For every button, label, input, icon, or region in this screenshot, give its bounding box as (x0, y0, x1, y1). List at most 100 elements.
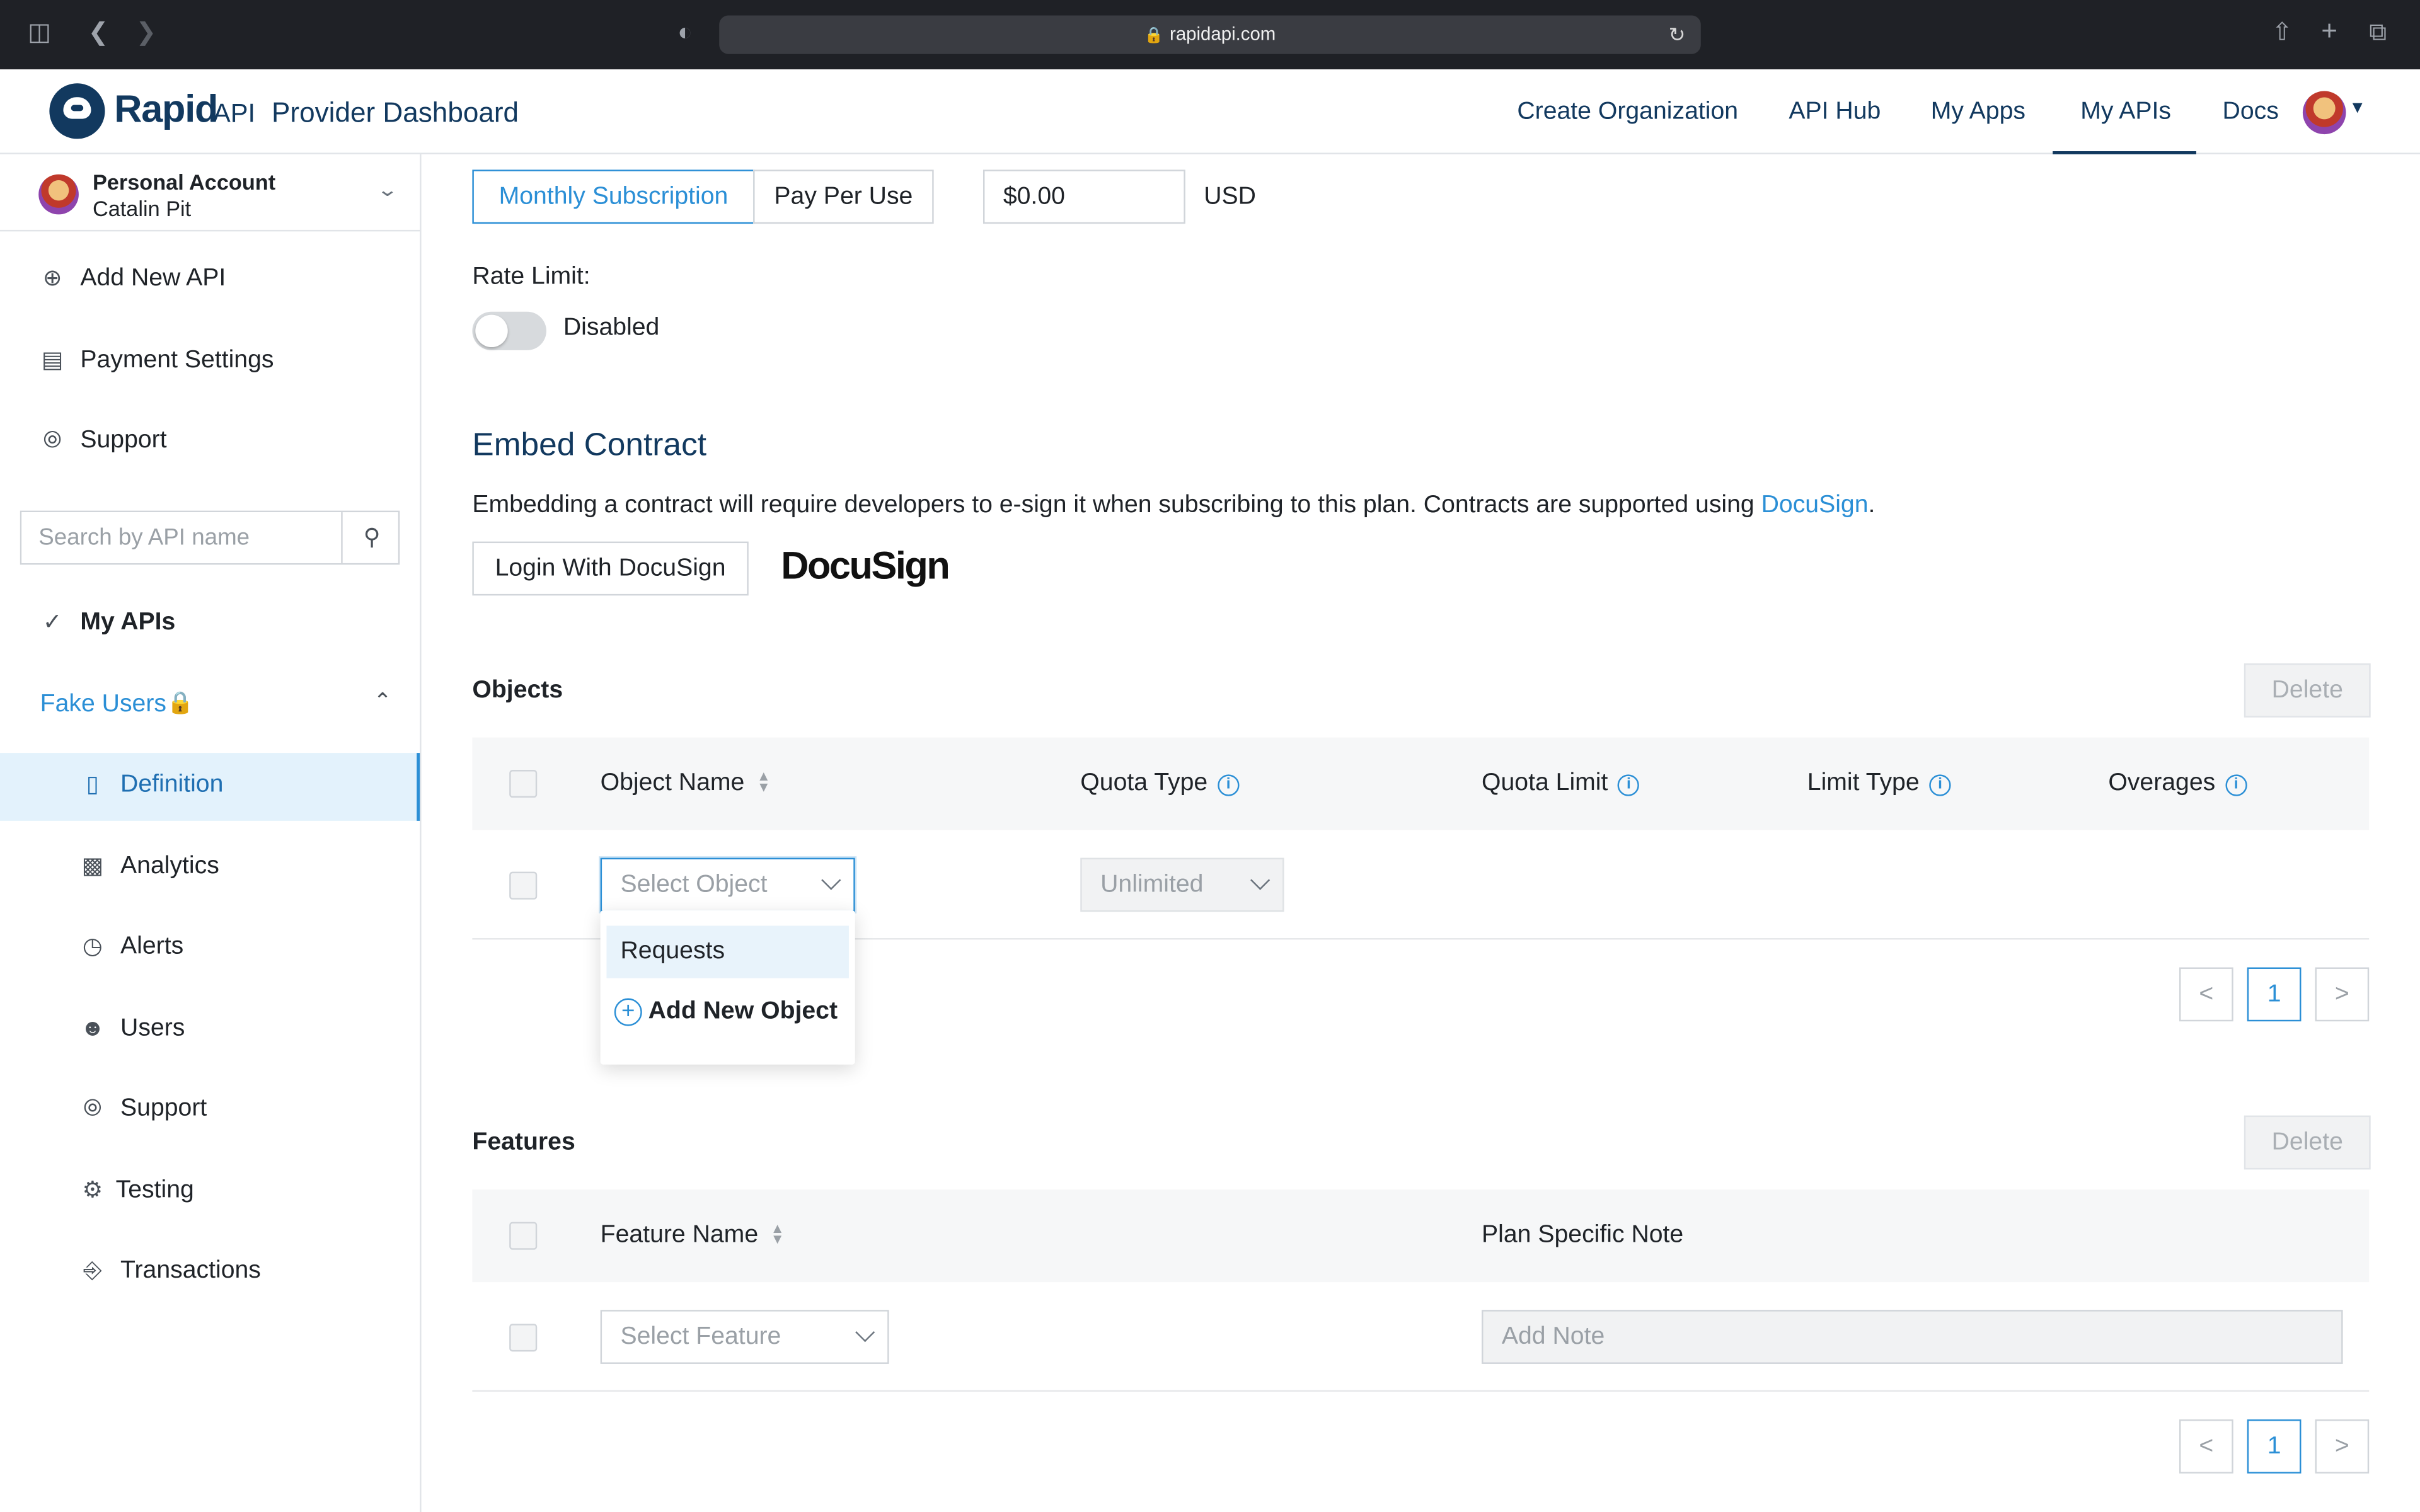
clock-icon: ◷ (82, 933, 103, 960)
check-circle-icon: ✓ (42, 609, 62, 636)
add-new-object-option[interactable]: + Add New Object (614, 997, 838, 1028)
logo-rapid-text[interactable]: Rapid (114, 88, 218, 133)
logo-api-text[interactable]: API (213, 99, 255, 130)
address-bar[interactable]: 🔒 rapidapi.com ↻ (719, 15, 1701, 54)
sidebar-toggle-icon[interactable]: ◫ (28, 18, 51, 49)
share-icon[interactable]: ⇧ (2272, 18, 2293, 49)
document-icon: ▯ (86, 771, 100, 798)
sidebar-api-fake-users[interactable]: Fake Users 🔒 ⌃ (0, 673, 420, 741)
browser-toolbar: ◫ ❮ ❯ ◐ 🔒 rapidapi.com ↻ ⇧ + ⧉ (0, 0, 2420, 70)
sort-icon[interactable]: ▲ ▼ (757, 769, 771, 794)
nav-docs[interactable]: Docs (2223, 69, 2279, 154)
nav-api-hub[interactable]: API Hub (1789, 69, 1881, 154)
sidebar-item-users[interactable]: ☻ Users (0, 997, 420, 1065)
chevron-down-icon (1250, 870, 1270, 890)
objects-current-page[interactable]: 1 (2247, 967, 2302, 1022)
sidebar-item-my-apis[interactable]: ✓ My APIs (0, 591, 420, 659)
account-user: Catalin Pit (92, 196, 192, 221)
new-tab-icon[interactable]: + (2321, 15, 2337, 46)
select-object-dropdown[interactable]: Select Object (600, 857, 855, 912)
column-feature-name[interactable]: Feature Name ▲ ▼ (601, 1221, 785, 1250)
caret-down-icon[interactable]: ▼ (2349, 99, 2366, 117)
option-requests[interactable]: Requests (606, 925, 849, 978)
rate-limit-toggle[interactable] (472, 311, 546, 350)
column-quota-type: Quota Type i (1080, 770, 1240, 798)
login-with-docusign-button[interactable]: Login With DocuSign (472, 541, 749, 596)
features-delete-button[interactable]: Delete (2244, 1115, 2371, 1170)
sidebar-item-api-support[interactable]: ⦾ Support (0, 1077, 420, 1145)
row-checkbox[interactable] (509, 1324, 538, 1352)
api-search-input[interactable] (21, 512, 343, 563)
sidebar-item-payment-settings[interactable]: ▤ Payment Settings (0, 329, 420, 397)
reload-icon[interactable]: ↻ (1669, 15, 1686, 54)
sidebar-item-add-new-api[interactable]: ⊕ Add New API (0, 247, 420, 315)
forward-icon[interactable]: ❯ (136, 18, 157, 49)
sort-icon[interactable]: ▲ ▼ (771, 1221, 785, 1246)
sidebar-item-label: Payment Settings (80, 347, 274, 374)
sidebar-item-analytics[interactable]: ▩ Analytics (0, 835, 420, 903)
sidebar-item-label: Support (120, 1095, 207, 1122)
nav-create-organization[interactable]: Create Organization (1517, 69, 1738, 154)
main-content: Monthly Subscription Pay Per Use $0.00 U… (422, 154, 2420, 1512)
monthly-subscription-option[interactable]: Monthly Subscription (472, 169, 755, 224)
sidebar-item-label: Alerts (120, 933, 184, 960)
rapidapi-logo-icon[interactable] (49, 83, 105, 139)
info-icon[interactable]: i (1929, 774, 1951, 796)
sidebar-item-label: Support (80, 427, 167, 454)
search-icon[interactable]: ⚲ (344, 512, 400, 563)
tab-overview-icon[interactable]: ⧉ (2369, 18, 2387, 49)
quota-type-select[interactable]: Unlimited (1080, 857, 1284, 912)
compass-icon: ⦾ (83, 1095, 102, 1122)
back-icon[interactable]: ❮ (88, 18, 109, 49)
column-object-name[interactable]: Object Name ▲ ▼ (600, 769, 771, 798)
credit-card-icon: ▤ (41, 347, 64, 374)
column-label: Quota Limit (1482, 770, 1608, 796)
features-current-page[interactable]: 1 (2247, 1419, 2302, 1474)
objects-delete-button[interactable]: Delete (2244, 663, 2371, 718)
user-avatar[interactable] (2302, 91, 2346, 135)
sidebar-item-label: Users (120, 1015, 185, 1042)
embed-contract-title: Embed Contract (472, 427, 707, 463)
features-heading: Features (472, 1129, 575, 1156)
column-label: Quota Type (1080, 770, 1208, 796)
column-limit-type: Limit Type i (1807, 770, 1951, 798)
sidebar-item-support[interactable]: ⦾ Support (0, 409, 420, 477)
nav-my-apis[interactable]: My APIs (2053, 69, 2196, 154)
features-prev-page[interactable]: < (2179, 1419, 2233, 1474)
select-all-checkbox[interactable] (509, 770, 538, 798)
sidebar-item-label: Analytics (120, 853, 219, 879)
price-input[interactable]: $0.00 (983, 169, 1185, 224)
sidebar-item-definition[interactable]: ▯ Definition (0, 753, 420, 821)
objects-table-header: Object Name ▲ ▼ Quota Type i Quota Limit i… (472, 737, 2370, 830)
chevron-down-icon (855, 1322, 875, 1343)
select-all-checkbox[interactable] (509, 1222, 538, 1250)
info-icon[interactable]: i (2225, 774, 2247, 796)
account-avatar (38, 174, 79, 215)
nav-my-apps[interactable]: My Apps (1931, 69, 2025, 154)
row-checkbox[interactable] (509, 871, 538, 900)
lock-icon: 🔒 (166, 689, 194, 714)
info-icon[interactable]: i (1618, 774, 1640, 796)
sidebar-item-alerts[interactable]: ◷ Alerts (0, 915, 420, 983)
account-switcher[interactable]: Personal Account Catalin Pit ⌄ (0, 154, 420, 232)
description-suffix: . (1868, 492, 1876, 518)
sidebar: Personal Account Catalin Pit ⌄ ⊕ Add New… (0, 154, 422, 1512)
docusign-link[interactable]: DocuSign (1761, 492, 1869, 518)
column-label: Object Name (600, 770, 745, 796)
api-search: ⚲ (20, 510, 400, 565)
sidebar-item-transactions[interactable]: ⎆ Transactions (0, 1239, 420, 1307)
column-overages: Overages i (2108, 770, 2247, 798)
sidebar-item-testing[interactable]: ⚙ Testing (0, 1159, 420, 1227)
features-next-page[interactable]: > (2315, 1419, 2370, 1474)
objects-heading: Objects (472, 677, 563, 704)
info-icon[interactable]: i (1217, 774, 1240, 796)
select-feature-dropdown[interactable]: Select Feature (600, 1310, 889, 1364)
add-note-input[interactable]: Add Note (1482, 1310, 2343, 1364)
objects-next-page[interactable]: > (2315, 967, 2370, 1022)
privacy-shield-icon[interactable]: ◐ (677, 18, 693, 49)
chevron-up-icon[interactable]: ⌃ (374, 688, 392, 714)
sidebar-item-label: Definition (120, 771, 224, 798)
objects-prev-page[interactable]: < (2179, 967, 2233, 1022)
url-text: rapidapi.com (1170, 23, 1276, 45)
pay-per-use-option[interactable]: Pay Per Use (753, 169, 934, 224)
